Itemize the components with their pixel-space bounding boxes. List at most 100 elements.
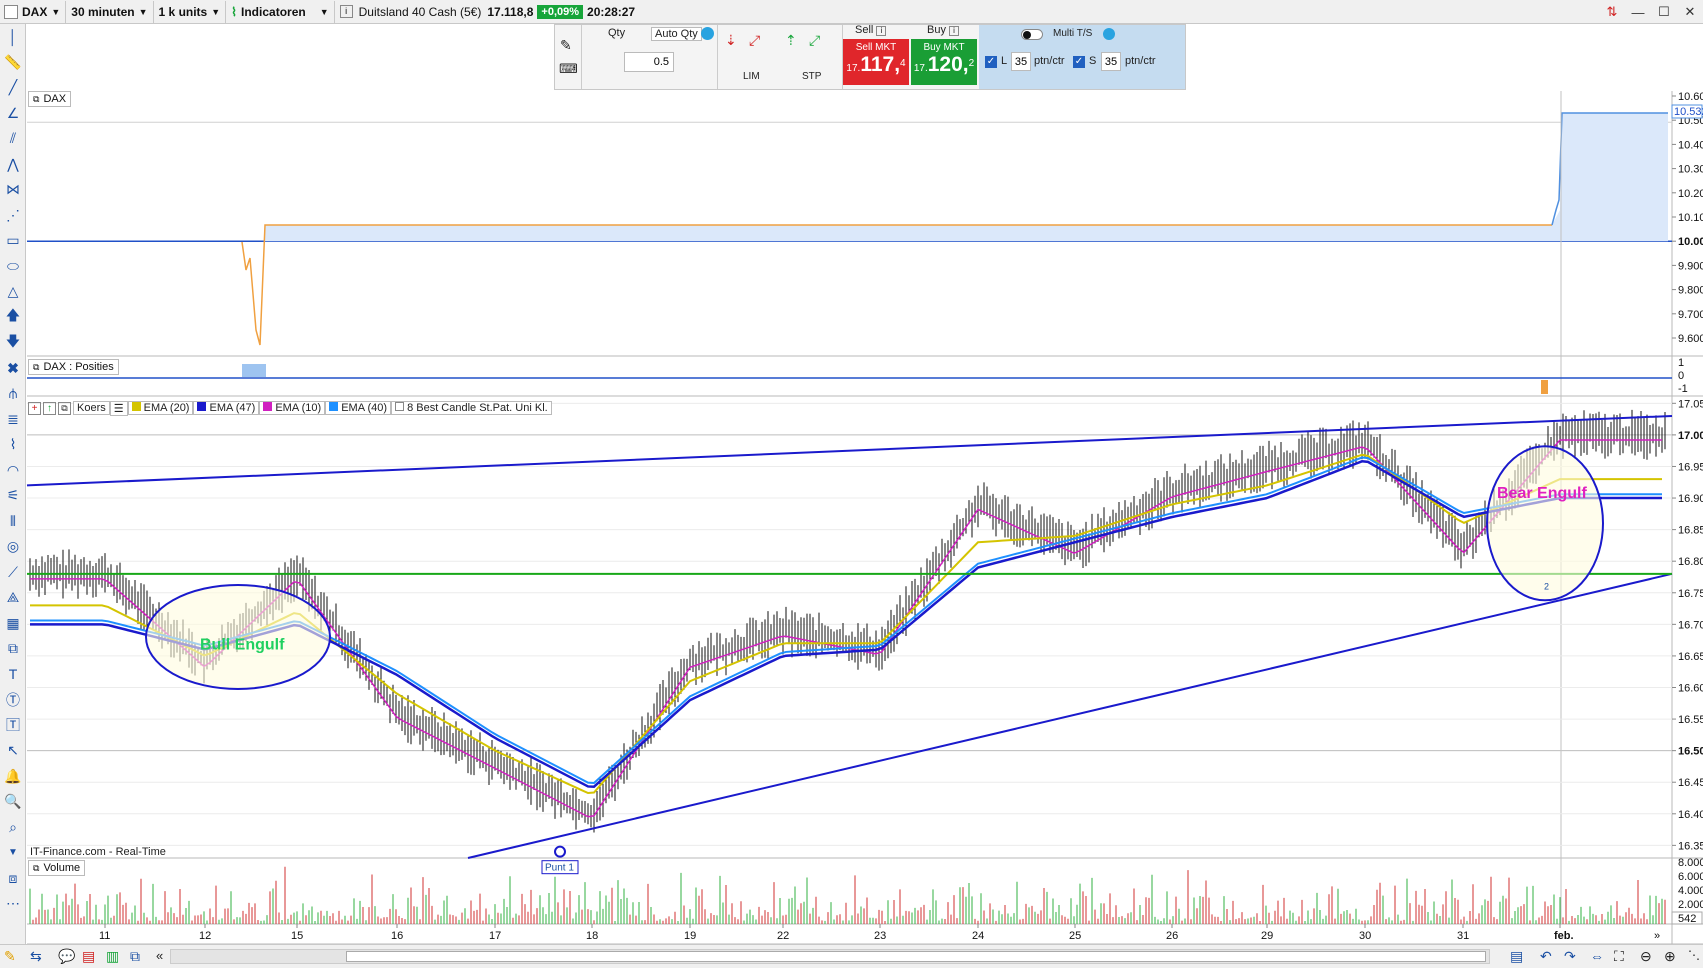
- chevron-down-icon[interactable]: ▼: [0, 840, 26, 866]
- stp-buy-icon[interactable]: ⇡: [785, 32, 797, 49]
- trendline-icon[interactable]: ╱: [0, 75, 26, 101]
- l-points-input[interactable]: [1011, 52, 1031, 71]
- info-icon[interactable]: i: [949, 26, 960, 36]
- triangle-icon[interactable]: △: [0, 279, 26, 305]
- text-circle-icon[interactable]: Ⓣ: [0, 687, 26, 713]
- chat-icon[interactable]: 💬: [58, 948, 75, 965]
- minimize-icon[interactable]: —: [1625, 5, 1651, 20]
- qty-input[interactable]: [624, 52, 674, 72]
- ruler-icon[interactable]: 📏: [0, 50, 26, 76]
- lim-buy-icon[interactable]: ⇣: [725, 32, 737, 49]
- stp-sell-icon[interactable]: ⤢: [809, 32, 820, 49]
- horizontal-scrollbar[interactable]: [170, 949, 1490, 964]
- ellipse-icon[interactable]: ⬭: [0, 254, 26, 280]
- wrench-icon[interactable]: ✎: [560, 37, 572, 54]
- zoom-fit-icon[interactable]: ⇔: [1590, 948, 1604, 964]
- square-icon[interactable]: ⧉: [0, 636, 26, 662]
- info-icon[interactable]: i: [339, 5, 353, 18]
- move-up-icon[interactable]: ↑: [43, 401, 56, 415]
- legend-ema40[interactable]: EMA (40): [325, 401, 392, 415]
- panel-collapse-icon[interactable]: ⧉: [58, 401, 71, 415]
- add-indicator-icon[interactable]: +: [28, 401, 41, 415]
- l-checkbox[interactable]: ✓: [985, 56, 997, 68]
- gann-icon[interactable]: ◎: [0, 534, 26, 560]
- legend-ema10[interactable]: EMA (10): [259, 401, 326, 415]
- units-select[interactable]: 1 k units ▼: [154, 0, 227, 23]
- angle-line-icon[interactable]: ∠: [0, 101, 26, 127]
- vertical-line-icon[interactable]: │: [0, 24, 26, 50]
- scrollbar-thumb[interactable]: [346, 951, 1486, 962]
- info-icon[interactable]: i: [876, 26, 887, 36]
- panel-collapse-icon[interactable]: ⧉: [33, 92, 39, 106]
- more-icon[interactable]: ⋯: [0, 891, 26, 917]
- share-icon[interactable]: ⇆: [30, 948, 42, 965]
- chart-canvas[interactable]: 10.600 10.500 10.400 10.300 10.200 10.100 10.0…: [0, 0, 1703, 968]
- zigzag-icon[interactable]: ⋀: [0, 152, 26, 178]
- indicators-button[interactable]: ⌇ Indicatoren ▼: [226, 0, 335, 23]
- pitchfork-icon[interactable]: ⫛: [0, 381, 26, 407]
- fib-arc-icon[interactable]: ◠: [0, 458, 26, 484]
- gann-fan-icon[interactable]: ⟋: [0, 560, 26, 586]
- lim-label: LIM: [743, 71, 760, 82]
- multi-ts-toggle[interactable]: [1021, 29, 1043, 40]
- legend-ema20[interactable]: EMA (20): [127, 401, 194, 415]
- positions-panel-label[interactable]: ⧉ DAX : Posities: [28, 359, 119, 375]
- legend-koers[interactable]: Koers: [73, 401, 110, 415]
- auto-qty-label[interactable]: Auto Qty: [651, 27, 702, 41]
- top-toolbar: DAX ▼ 30 minuten ▼ 1 k units ▼ ⌇ Indicatore…: [0, 0, 1703, 24]
- legend-ema47[interactable]: EMA (47): [193, 401, 260, 415]
- sell-market-button[interactable]: Sell MKT 17.117,4: [843, 39, 909, 85]
- sheet-icon[interactable]: ▤: [82, 948, 95, 965]
- list-icon[interactable]: ☰: [109, 400, 128, 416]
- sheet-icon[interactable]: ▤: [1510, 948, 1523, 965]
- redo-icon[interactable]: ↷: [1564, 948, 1576, 965]
- rectangle-icon[interactable]: ▭: [0, 228, 26, 254]
- lim-sell-icon[interactable]: ⤢: [749, 32, 760, 49]
- s-points-input[interactable]: [1101, 52, 1121, 71]
- help-icon[interactable]: [701, 27, 714, 40]
- magnifier-icon[interactable]: ⌕: [0, 815, 26, 841]
- close-icon[interactable]: ✕: [1677, 4, 1703, 20]
- scroll-left-icon[interactable]: «: [156, 948, 163, 963]
- buy-market-button[interactable]: Buy MKT 17.120,2: [911, 39, 977, 85]
- volume-panel-label[interactable]: ⧉ Volume: [28, 860, 86, 876]
- channel-icon[interactable]: ⫽: [0, 126, 26, 152]
- maximize-icon[interactable]: ☐: [1651, 4, 1677, 20]
- help-icon[interactable]: [1103, 28, 1115, 40]
- more-icon[interactable]: ⋱: [1688, 948, 1700, 962]
- pen-icon[interactable]: ✎: [4, 948, 16, 965]
- fibonacci-icon[interactable]: ≣: [0, 407, 26, 433]
- keyboard-icon[interactable]: ⌨: [559, 61, 578, 77]
- panel-collapse-icon[interactable]: ⧉: [33, 360, 39, 374]
- layers-icon[interactable]: ⧈: [0, 866, 26, 892]
- fib-time-icon[interactable]: ⦀: [0, 509, 26, 535]
- zoom-out-icon[interactable]: ⊖: [1640, 948, 1652, 965]
- legend-pattern[interactable]: 8 Best Candle St.Pat. Uni Kl.: [391, 401, 552, 415]
- equity-panel-label[interactable]: ⧉ DAX: [28, 91, 72, 107]
- grid-icon[interactable]: ▦: [0, 611, 26, 637]
- chart-icon[interactable]: ▥: [106, 948, 119, 965]
- alert-bell-icon[interactable]: 🔔: [0, 764, 26, 790]
- zoom-icon[interactable]: 🔍: [0, 789, 26, 815]
- window-icon[interactable]: ⧉: [130, 948, 140, 965]
- instrument-select[interactable]: DAX ▼: [0, 0, 67, 23]
- text-box-icon[interactable]: 🅃: [0, 713, 26, 739]
- panel-collapse-icon[interactable]: ⧉: [33, 861, 39, 875]
- pointer-icon[interactable]: ↖: [0, 738, 26, 764]
- fib-fan-icon[interactable]: ⌇: [0, 432, 26, 458]
- abcd-icon[interactable]: ⋰: [0, 203, 26, 229]
- gann-box-icon[interactable]: ⟁: [0, 585, 26, 611]
- price-axis-label: 16.450: [1678, 777, 1703, 789]
- undo-icon[interactable]: ↶: [1540, 948, 1552, 965]
- zoom-range-icon[interactable]: ⛶: [1614, 948, 1624, 965]
- s-checkbox[interactable]: ✓: [1073, 56, 1085, 68]
- text-icon[interactable]: T: [0, 662, 26, 688]
- trade-arrows-icon[interactable]: ⇅: [1599, 4, 1625, 20]
- fib-extension-icon[interactable]: ⚟: [0, 483, 26, 509]
- timeframe-select[interactable]: 30 minuten ▼: [66, 0, 154, 23]
- pattern-icon[interactable]: ⋈: [0, 177, 26, 203]
- arrow-up-icon[interactable]: 🡅: [0, 305, 26, 331]
- arrow-down-icon[interactable]: 🡇: [0, 330, 26, 356]
- zoom-in-icon[interactable]: ⊕: [1664, 948, 1676, 965]
- delete-icon[interactable]: ✖: [0, 356, 26, 382]
